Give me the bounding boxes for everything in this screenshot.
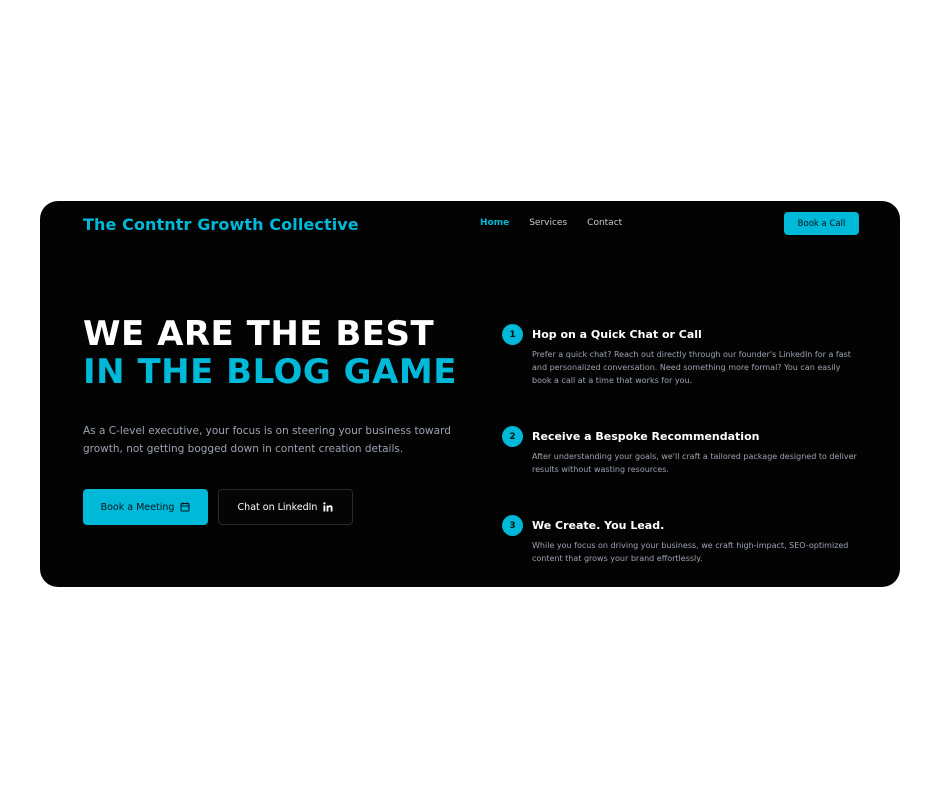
chat-linkedin-label: Chat on LinkedIn — [237, 501, 318, 513]
brand-logo-text[interactable]: The Contntr Growth Collective — [83, 215, 359, 234]
book-meeting-button[interactable]: Book a Meeting — [83, 489, 208, 525]
step-description: After understanding your goals, we'll cr… — [532, 452, 857, 474]
chat-linkedin-button[interactable]: Chat on LinkedIn — [218, 489, 353, 525]
step-number-badge: 1 — [502, 324, 523, 345]
step-title: We Create. You Lead. — [532, 519, 665, 532]
hero-heading-line-1: WE ARE THE BEST — [83, 314, 435, 354]
step-title: Receive a Bespoke Recommendation — [532, 430, 760, 443]
step-description: While you focus on driving your business… — [532, 541, 849, 563]
main-nav: Home Services Contact — [480, 218, 622, 228]
book-a-call-button[interactable]: Book a Call — [784, 212, 859, 235]
nav-item-services[interactable]: Services — [529, 218, 567, 228]
hero-intro-text: As a C-level executive, your focus is on… — [83, 425, 451, 455]
step-number-badge: 3 — [502, 515, 523, 536]
nav-item-home[interactable]: Home — [480, 218, 509, 228]
linkedin-icon — [323, 502, 333, 512]
step-title: Hop on a Quick Chat or Call — [532, 328, 702, 341]
calendar-icon — [180, 502, 190, 512]
step-number-badge: 2 — [502, 426, 523, 447]
book-meeting-label: Book a Meeting — [100, 501, 175, 513]
nav-item-contact[interactable]: Contact — [587, 218, 622, 228]
hero-heading-line-2: IN THE BLOG GAME — [83, 352, 457, 392]
step-description: Prefer a quick chat? Reach out directly … — [532, 350, 851, 385]
hero-section: The Contntr Growth Collective Home Servi… — [40, 201, 900, 587]
